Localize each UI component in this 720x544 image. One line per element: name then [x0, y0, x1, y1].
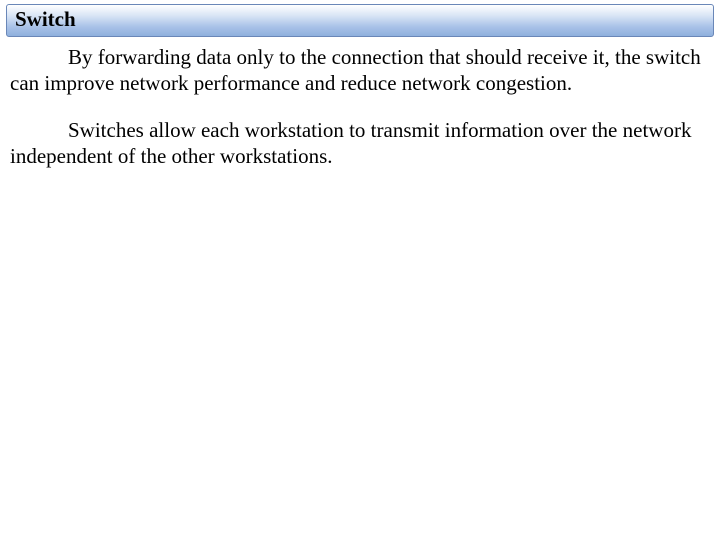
- paragraph-2: Switches allow each workstation to trans…: [10, 118, 710, 169]
- page-title: Switch: [15, 7, 705, 32]
- header-bar: Switch: [6, 4, 714, 37]
- paragraph-1: By forwarding data only to the connectio…: [10, 45, 710, 96]
- content-area: By forwarding data only to the connectio…: [0, 37, 720, 169]
